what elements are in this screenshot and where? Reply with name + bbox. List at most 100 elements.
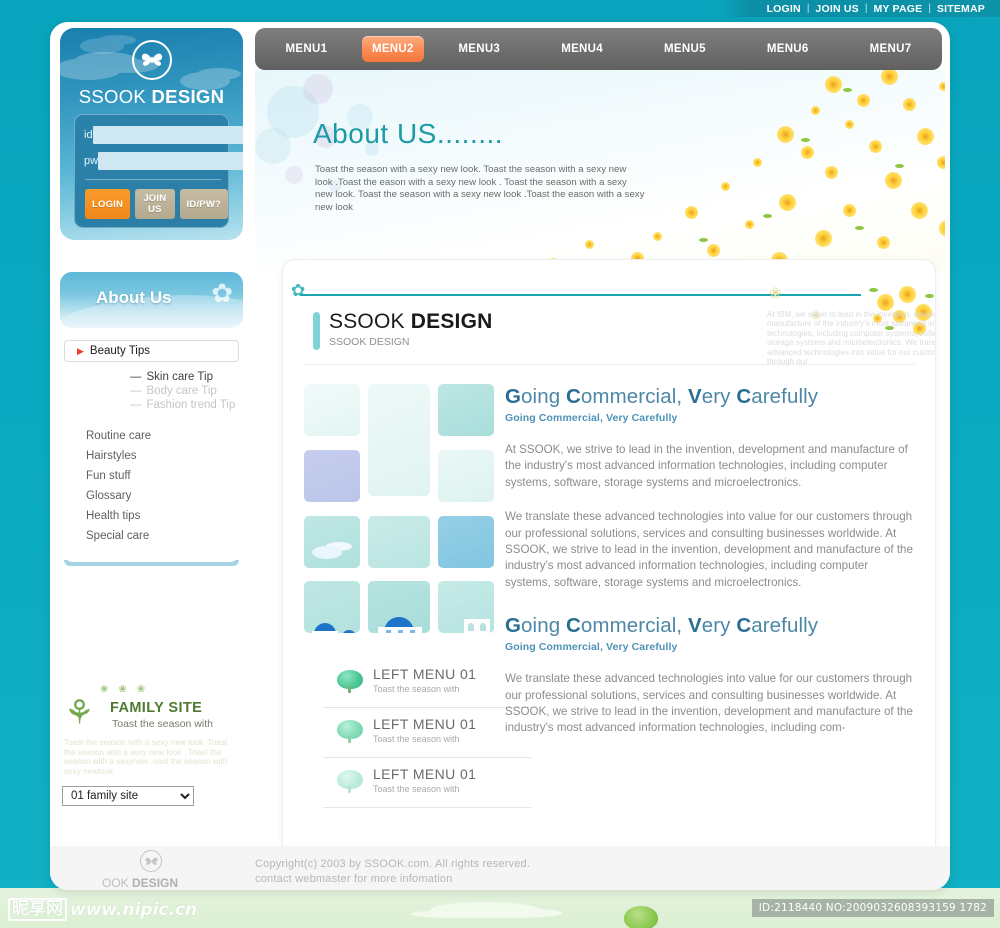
mosaic-tile-santorini (304, 581, 360, 634)
image-mosaic (304, 384, 494, 639)
sidebar-logo-text: SSOOK DESIGN (60, 86, 243, 108)
sidebar-subitem-label: Skin care Tip (146, 371, 213, 383)
brand-name-light: SSOOK (329, 310, 405, 333)
sidebar-current-label: Beauty Tips (89, 345, 151, 357)
cloud-icon (60, 58, 122, 80)
dash-icon: — (130, 385, 142, 397)
id-input[interactable] (92, 126, 243, 144)
watermark-cjk: 昵享网 (8, 898, 67, 921)
sidebar-item-routine-care[interactable]: Routine care (60, 426, 243, 446)
nav-item-menu5[interactable]: MENU5 (633, 43, 736, 55)
pw-label: pw (84, 155, 99, 167)
mosaic-tile (438, 384, 494, 436)
sidebar-item-glossary[interactable]: Glossary (60, 486, 243, 506)
cloud-icon (80, 38, 124, 54)
brand-name-bold: DESIGN (410, 310, 493, 333)
tree-icon (337, 670, 363, 694)
login-panel: SSOOK DESIGN id pw LOGIN JOIN US ID/PW? (60, 28, 243, 240)
mosaic-tile-church (438, 581, 494, 634)
utility-link-my-page[interactable]: MY PAGE (873, 3, 922, 15)
tree-icon (337, 770, 363, 794)
sidebar-item-health-tips[interactable]: Health tips (60, 506, 243, 526)
footer-logo-bold: DESIGN (132, 876, 179, 890)
butterfly-icon (132, 40, 172, 80)
sidebar-subitem-fashion-trend-tip[interactable]: — Fashion trend Tip (60, 398, 243, 412)
article-heading-2: Going Commercial, Very Carefully (505, 614, 819, 638)
sidebar-main-list: Routine care Hairstyles Fun stuff Glossa… (60, 426, 243, 546)
article-subheading-2: Going Commercial, Very Carefully (505, 641, 678, 654)
mosaic-tile-santorini (368, 581, 430, 634)
sidebar-subitem-skin-care-tip[interactable]: — Skin care Tip (60, 370, 243, 384)
footer-logo-light: OOK (102, 876, 133, 890)
left-menu-item-1[interactable]: LEFT MENU 01 Toast the season with (323, 658, 531, 708)
login-button-row: LOGIN JOIN US ID/PW? (85, 189, 228, 219)
login-button[interactable]: LOGIN (85, 189, 131, 219)
sidebar-nav: ▶ Beauty Tips — Skin care Tip — Body care … (60, 338, 243, 574)
site-watermark: 昵享网 www.nipic.cn (8, 898, 197, 921)
sidebar-sublist: — Skin care Tip — Body care Tip — Fashion t… (60, 370, 243, 412)
id-label: id (84, 129, 93, 141)
left-menu-subtitle: Toast the season with (373, 784, 460, 794)
tree-icon (337, 720, 363, 744)
left-menu-title: LEFT MENU 01 (373, 766, 477, 782)
sidebar-subitem-label: Body care Tip (146, 385, 217, 397)
sidebar-subitem-label: Fashion trend Tip (146, 399, 236, 411)
hero-title: About US........ (313, 118, 504, 149)
join-us-button[interactable]: JOIN US (135, 189, 175, 219)
utility-link-sitemap[interactable]: SITEMAP (937, 3, 985, 15)
mosaic-tile-cloud (304, 515, 360, 568)
butterfly-icon (140, 850, 162, 872)
nav-item-menu7[interactable]: MENU7 (839, 43, 942, 55)
triangle-right-icon: ▶ (77, 345, 84, 356)
divider (305, 364, 915, 365)
family-site-select-wrap: 01 family site 02 family site 03 family … (62, 786, 194, 806)
dash-icon: — (130, 371, 142, 383)
family-site-select[interactable]: 01 family site 02 family site 03 family … (62, 786, 194, 806)
sidebar-item-beauty-tips[interactable]: ▶ Beauty Tips (64, 340, 239, 362)
flower-icon: ✿ (211, 278, 233, 308)
utility-separator: | (864, 3, 868, 14)
nav-item-menu3[interactable]: MENU3 (428, 43, 531, 55)
card-brand-subtitle: SSOOK DESIGN (329, 336, 410, 348)
nav-item-menu2[interactable]: MENU2 (361, 36, 424, 62)
hero-banner: About US........ Toast the season with a… (255, 70, 945, 270)
plant-icon: ⚘ (64, 694, 95, 732)
dash-icon: — (130, 399, 142, 411)
logo-name-bold: DESIGN (151, 86, 225, 107)
left-menu-item-3[interactable]: LEFT MENU 01 Toast the season with (323, 758, 531, 808)
mosaic-tile (438, 449, 494, 502)
sidebar-subitem-body-care-tip[interactable]: — Body care Tip (60, 384, 243, 398)
utility-link-join-us[interactable]: JOIN US (815, 3, 858, 15)
watermark-url: www.nipic.cn (70, 899, 198, 920)
sidebar-item-special-care[interactable]: Special care (60, 526, 243, 546)
left-menu-item-2[interactable]: LEFT MENU 01 Toast the season with (323, 708, 531, 758)
article-paragraph-2a: We translate these advanced technologies… (505, 672, 913, 735)
hero-body-text: Toast the season with a sexy new look. T… (315, 164, 645, 213)
family-site-subtitle: Toast the season with (112, 718, 213, 730)
logo-name-light: SSOOK (78, 86, 147, 107)
divider (85, 179, 221, 180)
login-form: id pw LOGIN JOIN US ID/PW? (74, 114, 243, 228)
main-navbar: MENU1 MENU2 MENU3 MENU4 MENU5 MENU6 MENU… (255, 28, 942, 70)
butterfly-decoration-icon: ❀❀❀ (100, 684, 156, 695)
footer: OOK DESIGN Copyright(c) 2003 by SSOOK.co… (50, 846, 950, 890)
article-heading-1: Going Commercial, Very Carefully (505, 385, 819, 408)
sidebar-item-hairstyles[interactable]: Hairstyles (60, 446, 243, 466)
brand-accent-bar (313, 312, 320, 350)
nav-item-menu1[interactable]: MENU1 (255, 43, 358, 55)
left-menu-list: LEFT MENU 01 Toast the season with LEFT … (323, 658, 531, 808)
utility-link-login[interactable]: LOGIN (767, 3, 801, 15)
nav-item-menu4[interactable]: MENU4 (531, 43, 634, 55)
card-blurb-text: At IBM, we strive to lead in the inventi… (767, 310, 935, 367)
mosaic-tile (368, 384, 430, 496)
pw-input[interactable] (98, 152, 243, 170)
card-brand-name: SSOOK DESIGN (329, 310, 573, 334)
card-brand: SSOOK DESIGN SSOOK DESIGN (313, 310, 573, 352)
butterfly-icon: ❀ (769, 285, 782, 302)
nav-item-menu6[interactable]: MENU6 (736, 43, 839, 55)
sidebar-item-fun-stuff[interactable]: Fun stuff (60, 466, 243, 486)
id-pw-find-button[interactable]: ID/PW? (179, 189, 228, 219)
footer-logo-text: OOK DESIGN (102, 876, 178, 890)
page-root: LOGIN | JOIN US | MY PAGE | SITEMAP SSOO… (0, 0, 1000, 928)
family-site-title: FAMILY SITE (110, 700, 203, 716)
